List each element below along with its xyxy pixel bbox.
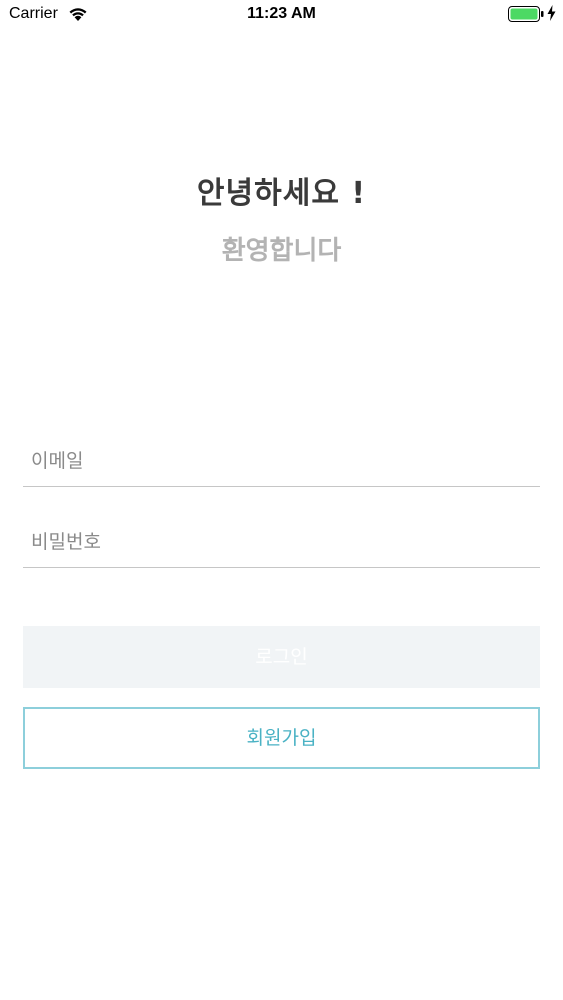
password-field <box>23 517 540 568</box>
login-button[interactable]: 로그인 <box>23 626 540 688</box>
status-bar: Carrier 11:23 AM <box>0 0 563 30</box>
email-input[interactable] <box>31 446 531 476</box>
password-input[interactable] <box>31 527 531 557</box>
charging-icon <box>547 5 556 21</box>
battery-icon <box>508 6 544 22</box>
clock: 11:23 AM <box>247 5 316 22</box>
email-field <box>23 436 540 487</box>
signup-button[interactable]: 회원가입 <box>23 707 540 769</box>
welcome-subtitle: 환영합니다 <box>221 236 342 266</box>
greeting-title: 안녕하세요 ! <box>196 176 367 211</box>
